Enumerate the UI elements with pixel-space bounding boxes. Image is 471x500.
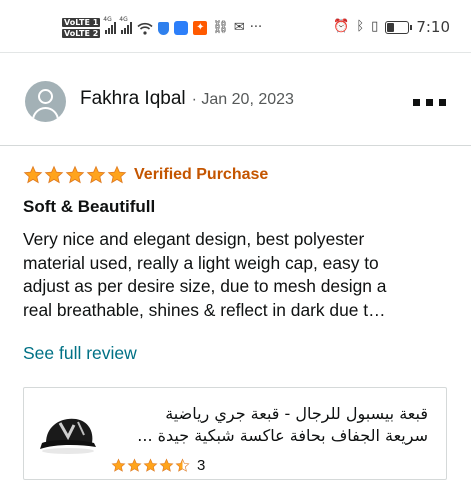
verified-purchase-badge: Verified Purchase — [134, 166, 269, 183]
product-title[interactable]: قبعة بيسبول للرجال - قبعة جري رياضية سري… — [108, 403, 428, 447]
signal-icon: 4G — [103, 16, 117, 34]
product-card[interactable]: قبعة بيسبول للرجال - قبعة جري رياضية سري… — [23, 387, 447, 480]
star-icon — [107, 165, 127, 184]
wifi-icon — [137, 22, 153, 35]
sim2-badge: VoLTE 2 — [62, 29, 101, 38]
reviewer-name[interactable]: Fakhra Iqbal — [80, 88, 186, 110]
avatar[interactable] — [25, 81, 66, 122]
review-body-line: real breathable, shines & reflect in dar… — [23, 299, 386, 320]
signal1-type: 4G — [103, 16, 112, 23]
star-icon — [65, 165, 85, 184]
star-icon — [143, 458, 158, 472]
clock: 7:10 — [416, 18, 450, 36]
reviewer-info: Fakhra Iqbal · Jan 20, 2023 — [80, 88, 294, 110]
volte-icon: VoLTE 1 VoLTE 2 — [62, 18, 101, 38]
alarm-icon: ⏰ — [333, 19, 350, 34]
star-icon — [86, 165, 106, 184]
review-body-line: material used, really a light weigh cap,… — [23, 252, 379, 273]
star-rating — [23, 165, 127, 185]
review-body-line: adjust as per desire size, due to mesh d… — [23, 276, 387, 296]
more-notifications-icon: ··· — [249, 20, 263, 35]
review-date: · Jan 20, 2023 — [191, 91, 294, 108]
review-body: Very nice and elegant design, best polye… — [23, 228, 455, 322]
star-icon — [111, 458, 126, 472]
divider — [0, 52, 471, 53]
star-icon — [127, 458, 142, 472]
signal-icon: 4G — [119, 16, 133, 34]
review-title: Soft & Beautifull — [23, 197, 156, 216]
mail-icon: ✉ — [233, 20, 245, 35]
product-rating: 3 — [111, 457, 205, 474]
link-icon: ⛓ — [212, 20, 229, 35]
battery-icon — [385, 20, 413, 34]
rating-row: Verified Purchase — [23, 165, 268, 185]
more-options-icon[interactable] — [413, 95, 453, 109]
star-icon — [23, 165, 43, 184]
vibrate-icon: ▯ — [371, 19, 379, 34]
product-title-line: قبعة بيسبول للرجال - قبعة جري رياضية — [165, 404, 428, 423]
divider — [0, 145, 471, 146]
star-icon — [175, 458, 190, 472]
rating-count: 3 — [197, 457, 206, 474]
product-star-rating — [111, 458, 190, 473]
signal2-type: 4G — [119, 16, 128, 23]
status-bar: VoLTE 1 VoLTE 2 4G 4G ✦ ⛓ ✉ ··· ⏰ ᛒ ▯ 7:… — [0, 0, 471, 46]
cloud-icon — [174, 21, 189, 35]
bluetooth-icon: ᛒ — [356, 19, 365, 34]
sim1-badge: VoLTE 1 — [62, 18, 101, 27]
shield-icon — [158, 21, 170, 35]
review-body-line: Very nice and elegant design, best polye… — [23, 229, 365, 249]
product-image[interactable] — [38, 413, 98, 457]
product-title-line: سريعة الجفاف بحافة عاكسة شبكية جيدة ... — [137, 426, 428, 445]
aliexpress-icon: ✦ — [193, 21, 208, 35]
see-full-review-link[interactable]: See full review — [23, 343, 137, 364]
star-icon — [159, 458, 174, 472]
star-icon — [44, 165, 64, 184]
